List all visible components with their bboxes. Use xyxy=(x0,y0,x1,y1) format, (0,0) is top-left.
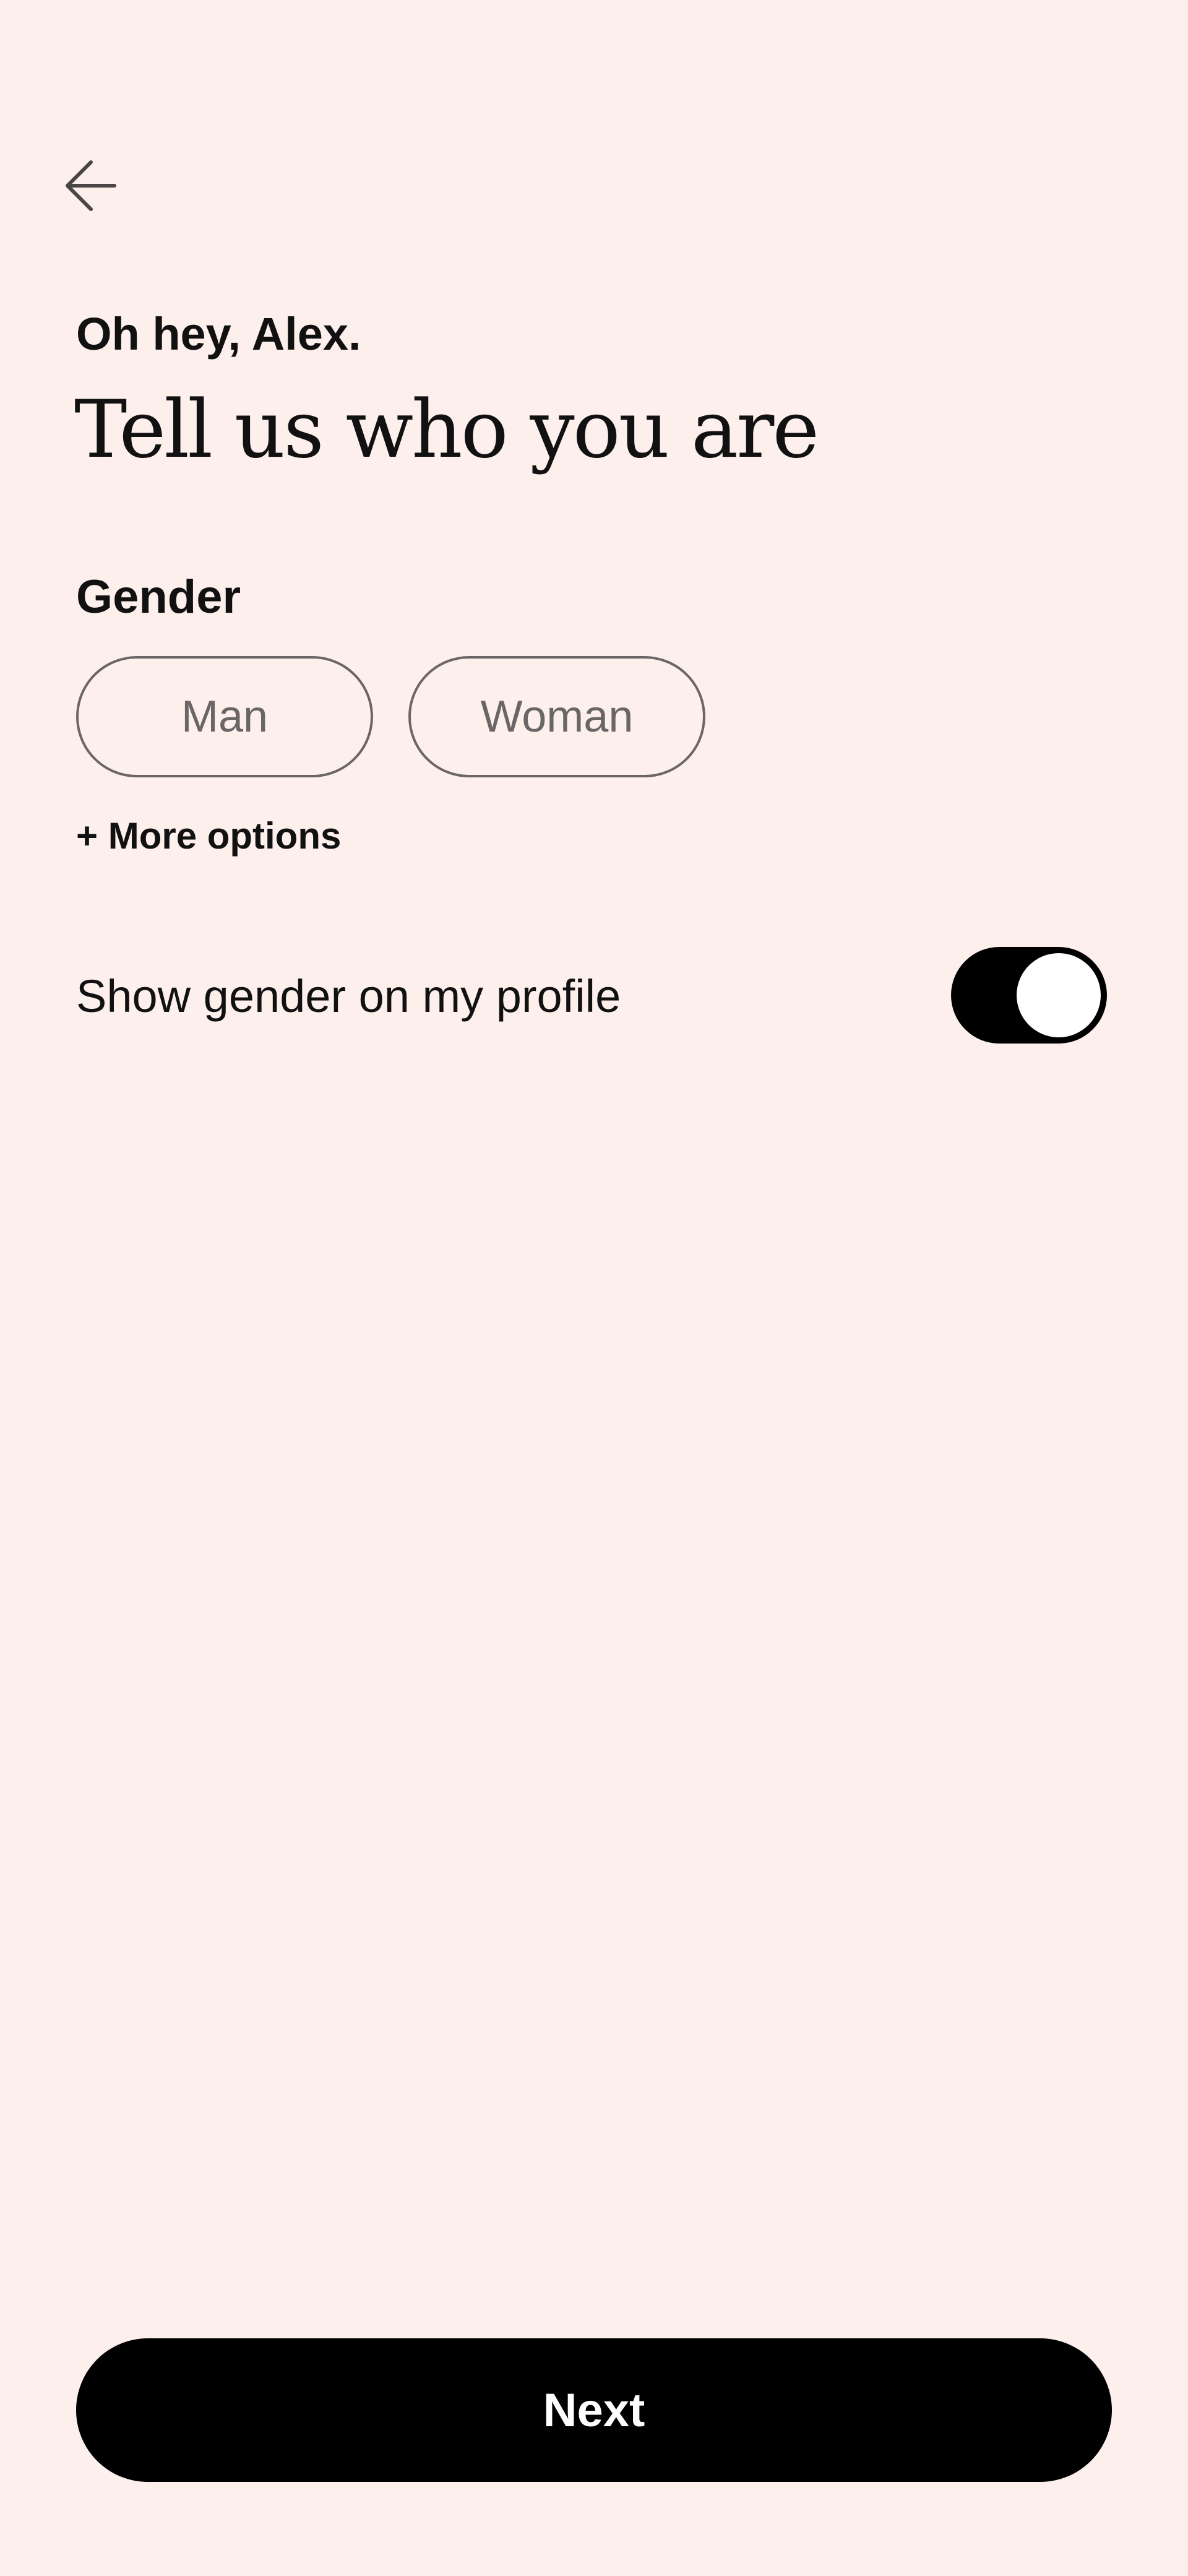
gender-option-man[interactable]: Man xyxy=(76,656,373,777)
show-gender-toggle[interactable] xyxy=(951,947,1107,1044)
more-options-link[interactable]: + More options xyxy=(76,808,341,864)
gender-screen: Oh hey, Alex. Tell us who you are Gender… xyxy=(0,0,1188,2576)
greeting-text: Oh hey, Alex. xyxy=(76,308,361,360)
arrow-left-icon xyxy=(66,160,116,211)
gender-option-woman[interactable]: Woman xyxy=(408,656,705,777)
gender-option-label: Woman xyxy=(480,692,634,741)
next-button[interactable]: Next xyxy=(76,2338,1112,2482)
page-title: Tell us who you are xyxy=(74,384,819,476)
show-gender-label: Show gender on my profile xyxy=(76,970,621,1022)
next-button-label: Next xyxy=(543,2384,645,2437)
back-button[interactable] xyxy=(61,156,120,215)
gender-label: Gender xyxy=(76,571,241,623)
gender-option-label: Man xyxy=(181,692,269,741)
toggle-knob xyxy=(1017,953,1101,1037)
